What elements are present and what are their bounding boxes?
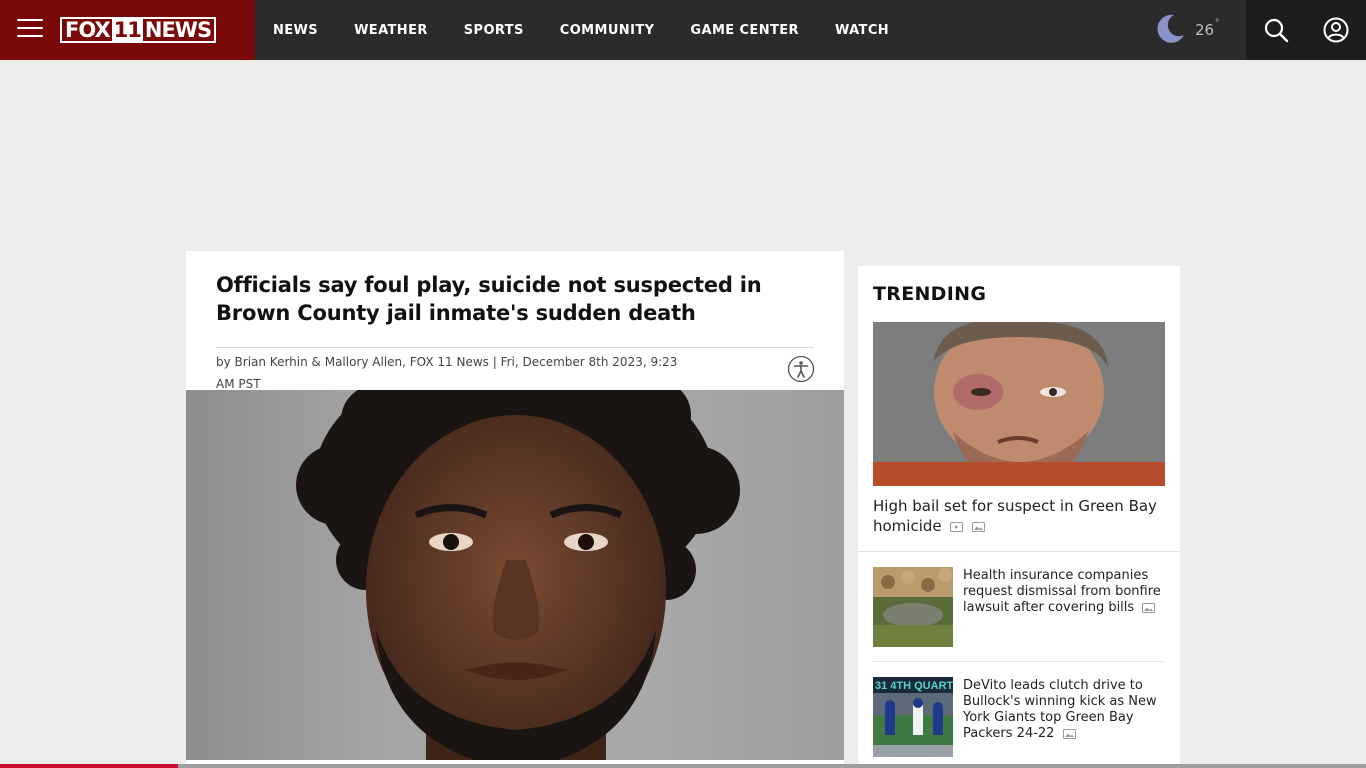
logo-news-text: NEWS (142, 19, 215, 41)
headline-divider (216, 347, 814, 348)
trending-lead-title-text: High bail set for suspect in Green Bay h… (873, 497, 1157, 535)
gallery-icon (1062, 728, 1076, 739)
nav-community[interactable]: COMMUNITY (560, 23, 655, 38)
football-thumb-illustration: 31 4TH QUARTE (873, 677, 953, 757)
degree-symbol: ° (1215, 18, 1220, 29)
logo-eleven-text: 11 (111, 18, 143, 42)
search-icon[interactable] (1262, 16, 1290, 44)
lead-photo-illustration (873, 322, 1165, 486)
header-actions (1246, 0, 1366, 60)
trending-item-title-text: Health insurance companies request dismi… (963, 568, 1161, 615)
weather-temperature: 26 (1195, 21, 1215, 39)
trending-item-title-text: DeVito leads clutch drive to Bullock's w… (963, 678, 1157, 741)
article-headline: Officials say foul play, suicide not sus… (216, 273, 762, 325)
trending-divider (858, 551, 1180, 552)
brand-area: FOX 11 NEWS (0, 0, 255, 60)
fox11-logo[interactable]: FOX 11 NEWS (60, 17, 217, 43)
menu-icon[interactable] (17, 19, 43, 39)
trending-item-thumbnail[interactable]: 31 4TH QUARTE (873, 677, 953, 757)
video-icon (950, 521, 964, 532)
trending-item-title[interactable]: Health insurance companies request dismi… (963, 568, 1163, 616)
gallery-icon (1142, 602, 1156, 613)
article-byline: by Brian Kerhin & Mallory Allen, FOX 11 … (216, 355, 678, 391)
account-icon[interactable] (1322, 16, 1350, 44)
scoreboard-text: 31 4TH QUARTE (875, 680, 953, 692)
reading-progress-bar (0, 764, 1366, 768)
nav-weather[interactable]: WEATHER (354, 23, 428, 38)
trending-item-title[interactable]: DeVito leads clutch drive to Bullock's w… (963, 678, 1163, 742)
site-header: FOX 11 NEWS NEWS WEATHER SPORTS COMMUNIT… (0, 0, 1366, 60)
main-nav: NEWS WEATHER SPORTS COMMUNITY GAME CENTE… (273, 0, 925, 60)
logo-fox-text: FOX (62, 19, 112, 41)
trending-heading: TRENDING (873, 283, 987, 305)
trending-lead-image[interactable] (873, 322, 1165, 486)
trending-item-thumbnail[interactable] (873, 567, 953, 647)
ad-space (0, 60, 1366, 250)
mugshot-illustration (296, 390, 740, 760)
article-card: Officials say foul play, suicide not sus… (186, 251, 844, 768)
moon-icon (1157, 14, 1184, 43)
weather-widget[interactable]: 26 ° (1154, 13, 1219, 45)
reading-progress-fill (0, 764, 178, 768)
article-photo (186, 390, 844, 760)
trending-panel: TRENDING High bail set for suspect in Gr… (858, 266, 1180, 768)
nav-watch[interactable]: WATCH (835, 23, 889, 38)
bonfire-thumb-illustration (873, 567, 953, 647)
accessibility-icon[interactable] (787, 355, 815, 383)
nav-news[interactable]: NEWS (273, 23, 318, 38)
trending-divider (873, 661, 1165, 662)
nav-sports[interactable]: SPORTS (464, 23, 524, 38)
nav-game-center[interactable]: GAME CENTER (690, 23, 799, 38)
trending-lead-title[interactable]: High bail set for suspect in Green Bay h… (873, 496, 1165, 536)
gallery-icon (972, 521, 986, 532)
